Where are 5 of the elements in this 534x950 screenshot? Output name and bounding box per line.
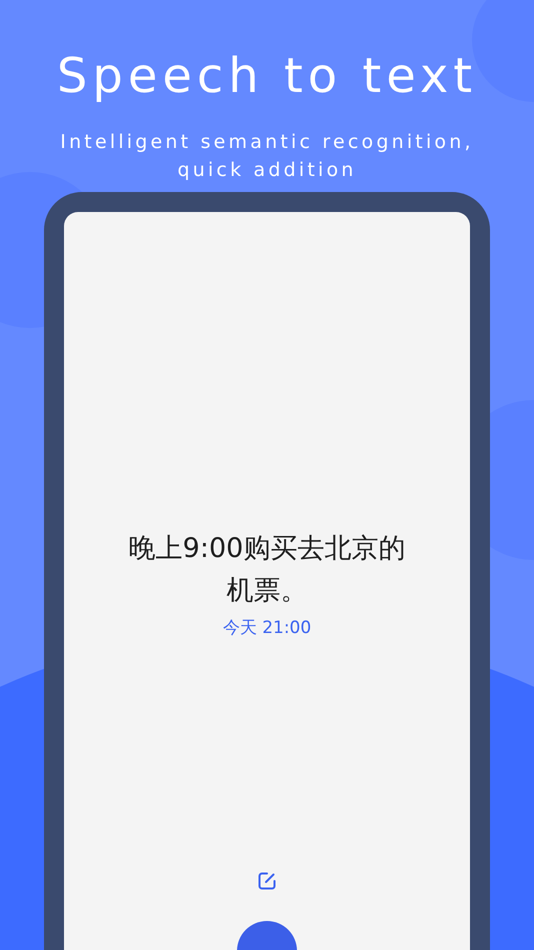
edit-icon[interactable] xyxy=(257,871,277,891)
subtitle: Intelligent semantic recognition, quick addition xyxy=(59,130,475,183)
headline: Speech to text xyxy=(56,47,478,106)
note-time: 今天 21:00 xyxy=(222,617,312,639)
note-text: 晚上9:00购买去北京的机票。 xyxy=(128,532,406,608)
